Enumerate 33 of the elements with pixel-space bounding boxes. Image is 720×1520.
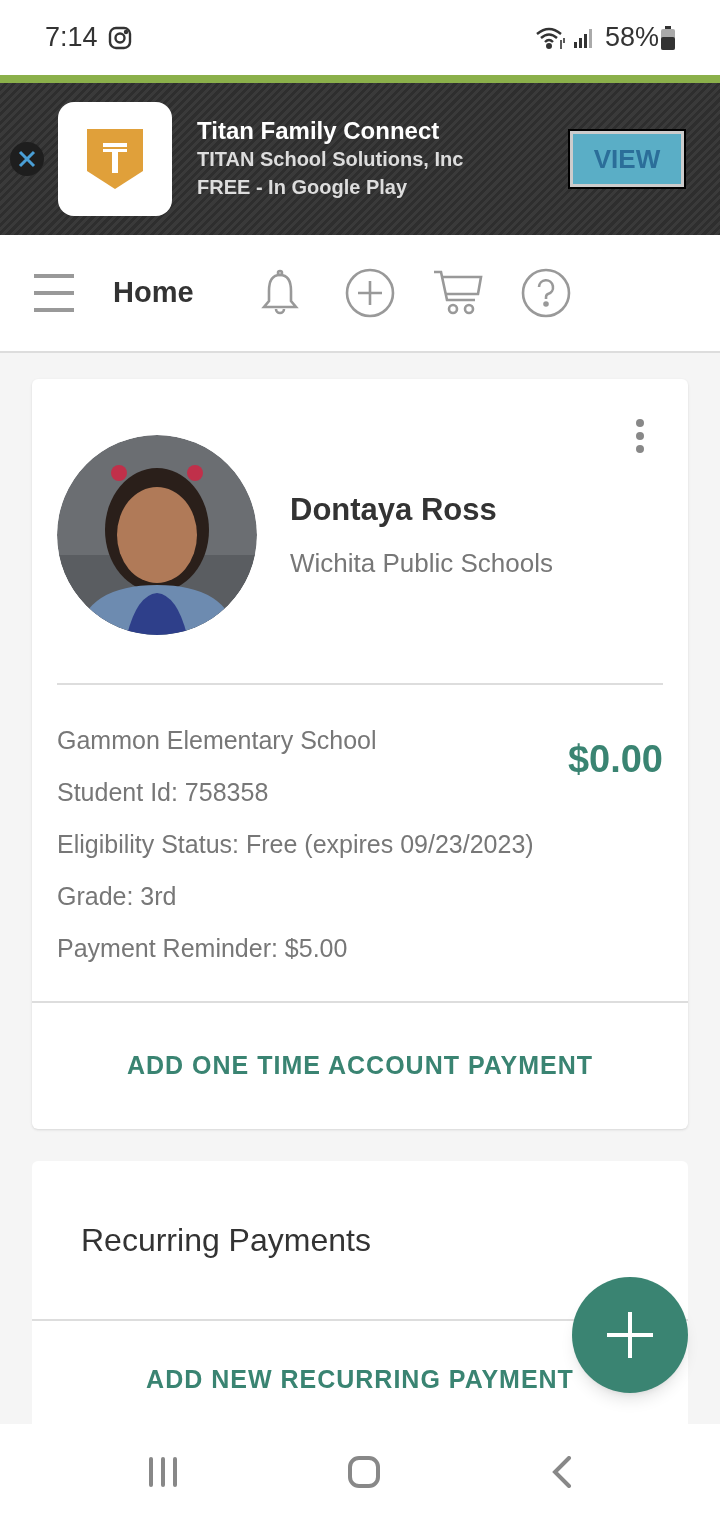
section-title: Recurring Payments [81, 1220, 371, 1260]
add-payment-link[interactable]: ADD ONE TIME ACCOUNT PAYMENT [127, 1047, 593, 1085]
detail-text: Eligibility Status: Free (expires 09/23/2023) [57, 829, 535, 860]
home-icon[interactable] [348, 1456, 380, 1488]
app-title: Titan Family Connect [197, 117, 441, 145]
publisher-text: TITAN School Solutions, Inc [197, 147, 464, 172]
shield-icon [87, 129, 143, 189]
balance-amount: $0.00 [567, 737, 663, 782]
district-name: Wichita Public Schools [290, 546, 553, 580]
detail-text: Grade: 3rd [57, 881, 178, 912]
price-text: FREE - In Google Play [197, 175, 409, 200]
close-button[interactable] [10, 142, 44, 176]
add-recurring-link[interactable]: ADD NEW RECURRING PAYMENT [146, 1360, 574, 1398]
detail-text: Student Id: 758358 [57, 777, 270, 808]
page-title: Home [113, 275, 195, 311]
add-circle-icon[interactable] [345, 268, 395, 318]
signal-icon [572, 26, 595, 49]
camera-icon [107, 25, 132, 50]
cart-icon[interactable] [433, 270, 483, 316]
menu-icon[interactable] [34, 274, 74, 312]
plus-icon [605, 1310, 655, 1360]
help-icon[interactable] [521, 268, 571, 318]
recent-apps-icon[interactable] [148, 1457, 178, 1487]
back-icon[interactable] [552, 1456, 572, 1488]
detail-text: Payment Reminder: $5.00 [57, 933, 349, 964]
more-icon[interactable] [636, 419, 644, 453]
close-icon [18, 150, 36, 168]
battery-icon [661, 25, 675, 50]
student-name: Dontaya Ross [290, 491, 498, 530]
wifi-icon [534, 25, 567, 50]
battery-percent: 58% [604, 21, 659, 55]
status-time: 7:14 [45, 21, 98, 55]
bell-icon[interactable] [261, 269, 299, 317]
